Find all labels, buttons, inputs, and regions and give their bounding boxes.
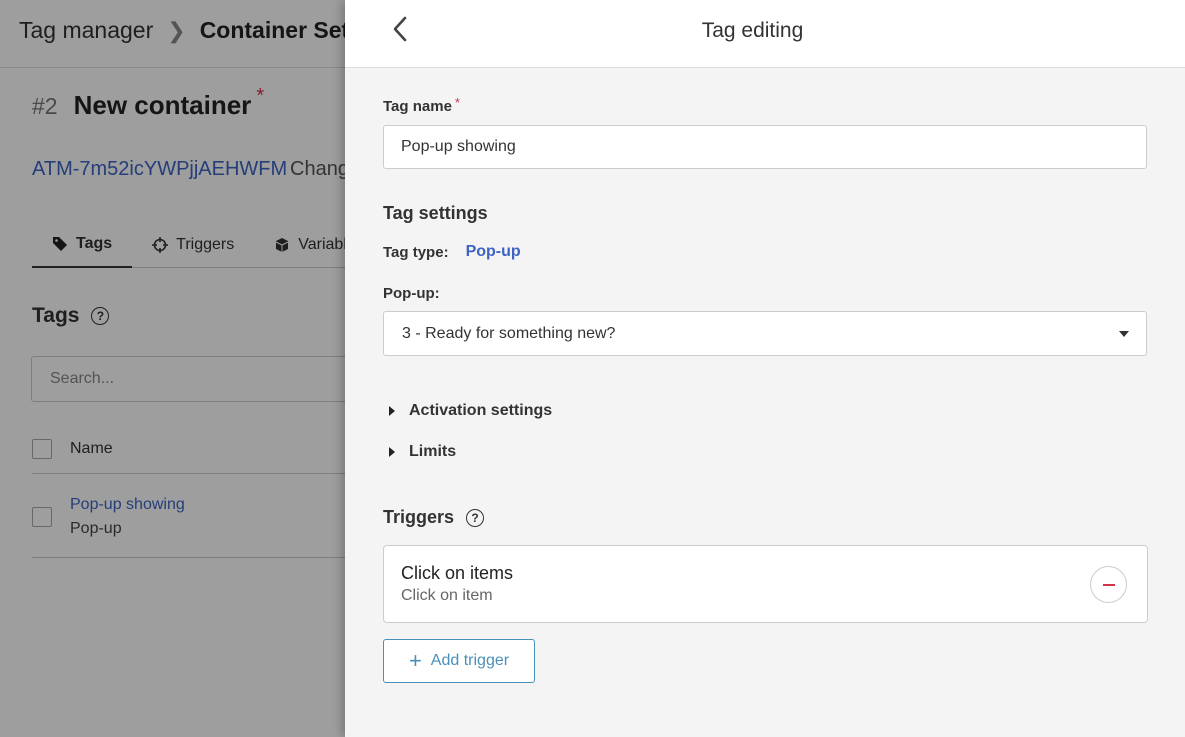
- tag-type-label: Tag type:: [383, 243, 449, 261]
- tag-type-row: Tag type: Pop-up: [383, 243, 521, 261]
- add-trigger-label: Add trigger: [430, 652, 510, 669]
- triggers-title: Triggers ?: [383, 507, 485, 528]
- caret-right-icon: [389, 447, 395, 457]
- trigger-name: Click on items: [401, 563, 514, 583]
- popup-select[interactable]: 3 - Ready for something new?: [383, 311, 1147, 356]
- expander-label: Activation settings: [409, 402, 553, 419]
- popup-label: Pop-up:: [383, 285, 440, 302]
- remove-trigger-button[interactable]: [1090, 566, 1127, 603]
- popup-selected-value: 3 - Ready for something new?: [402, 324, 616, 342]
- add-trigger-button[interactable]: + Add trigger: [383, 639, 535, 683]
- help-icon[interactable]: ?: [466, 508, 485, 527]
- limits-expander[interactable]: Limits: [389, 443, 456, 461]
- tag-type-value: Pop-up: [465, 243, 521, 260]
- caret-down-icon: [1119, 330, 1129, 337]
- tag-name-label: Tag name *: [383, 95, 460, 115]
- caret-right-icon: [389, 406, 395, 416]
- activation-settings-expander[interactable]: Activation settings: [389, 402, 552, 420]
- required-mark: *: [454, 95, 460, 110]
- plus-icon: +: [408, 648, 422, 673]
- tag-settings-title: Tag settings: [383, 203, 488, 223]
- drawer-title: Tag editing: [701, 19, 804, 42]
- minus-icon: [1102, 583, 1115, 586]
- trigger-card: Click on items Click on item: [383, 545, 1148, 623]
- drawer-header: Tag editing: [345, 0, 1185, 68]
- expander-label: Limits: [409, 443, 457, 460]
- tag-name-label-text: Tag name: [383, 98, 452, 115]
- triggers-title-text: Triggers: [383, 507, 455, 527]
- tag-name-input[interactable]: [383, 125, 1147, 169]
- trigger-subtitle: Click on item: [401, 587, 493, 604]
- tag-editing-drawer: Tag editing Tag name* Tag settings Tag t…: [345, 0, 1185, 737]
